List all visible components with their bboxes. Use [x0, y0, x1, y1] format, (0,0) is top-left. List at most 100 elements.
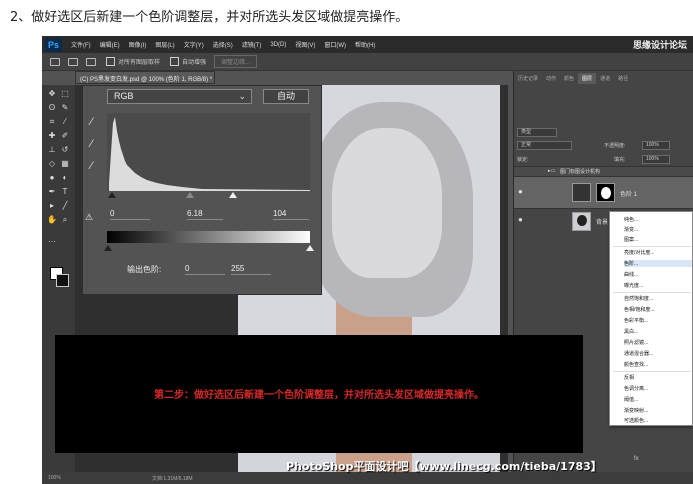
fill-label: 填充:	[614, 157, 626, 163]
layer-kind-filter[interactable]: 类型	[517, 128, 557, 137]
opacity-input[interactable]: 100%	[642, 141, 670, 150]
clipping-warning-icon[interactable]: ⚠	[85, 212, 93, 223]
menu-select[interactable]: 选择(S)	[213, 40, 233, 49]
eye-icon[interactable]: ●	[518, 187, 523, 196]
photo-hair-highlight	[332, 128, 442, 278]
brush-tool-icon[interactable]: ✐	[60, 131, 70, 141]
auto-button[interactable]: 自动	[263, 89, 309, 104]
menu-item-gradient[interactable]: 渐变...	[624, 226, 692, 233]
menu-filter[interactable]: 滤镜(T)	[242, 40, 262, 49]
menu-layer[interactable]: 图层(L)	[155, 40, 174, 49]
blur-tool-icon[interactable]: ●	[47, 173, 57, 183]
stamp-tool-icon[interactable]: ⊥	[47, 145, 57, 155]
lasso-tool-icon[interactable]: ʘ	[47, 103, 57, 113]
layer-mask-thumbnail[interactable]	[596, 183, 615, 202]
pen-tool-icon[interactable]: ✒	[47, 187, 57, 197]
menu-item-channel-mixer[interactable]: 通道混合器...	[624, 350, 692, 357]
more-tools-icon[interactable]: …	[47, 235, 57, 245]
menu-item-posterize[interactable]: 色调分离...	[624, 385, 692, 392]
refine-edge-button[interactable]: 调整边缘...	[214, 55, 258, 68]
document-tab[interactable]: (C) PS黑发变白发.psd @ 100% (色阶 1, RGB/8) *	[75, 71, 215, 84]
menu-image[interactable]: 图像(I)	[129, 40, 147, 49]
channel-select[interactable]: RGB ⌄	[107, 89, 252, 104]
menu-item-vibrance[interactable]: 自然饱和度...	[624, 295, 692, 302]
layer-group[interactable]: ▸▭ 图门标图设计机构	[514, 166, 693, 176]
menu-item-solid-color[interactable]: 纯色...	[624, 216, 692, 223]
gray-point-eyedropper-icon[interactable]: ⁄	[85, 138, 98, 151]
zoom-tool-icon[interactable]: ⌕	[60, 215, 70, 225]
white-point-eyedropper-icon[interactable]: ⁄	[85, 160, 98, 173]
menu-view[interactable]: 视图(V)	[295, 40, 315, 49]
menu-type[interactable]: 文字(Y)	[184, 40, 204, 49]
lock-label: 锁定:	[517, 157, 529, 163]
menu-item-selective-color[interactable]: 可选颜色...	[624, 417, 692, 424]
menu-edit[interactable]: 编辑(E)	[100, 40, 120, 49]
output-white-value[interactable]: 255	[231, 264, 271, 275]
quick-select-tool-icon[interactable]: ✎	[60, 103, 70, 113]
type-tool-icon[interactable]: T	[60, 187, 70, 197]
output-white-slider[interactable]	[306, 245, 314, 251]
marquee-tool-icon[interactable]: ⬚	[60, 89, 70, 99]
move-tool-icon[interactable]: ✥	[47, 89, 57, 99]
input-black-value[interactable]: 0	[110, 209, 150, 220]
menu-item-hue-saturation[interactable]: 色相/饱和度...	[624, 306, 692, 313]
layer-group-name: 图门标图设计机构	[560, 169, 601, 175]
menu-3d[interactable]: 3D(D)	[270, 42, 286, 48]
eye-icon[interactable]: ●	[518, 215, 523, 224]
black-point-eyedropper-icon[interactable]: ⁄	[85, 116, 98, 129]
tab-paths[interactable]: 路径	[614, 73, 632, 84]
input-black-slider[interactable]	[108, 192, 116, 198]
menu-item-levels[interactable]: 色阶...	[624, 260, 692, 267]
tab-actions[interactable]: 动作	[542, 73, 560, 84]
menu-window[interactable]: 窗口(W)	[324, 40, 346, 49]
menu-item-color-lookup[interactable]: 颜色查找...	[624, 361, 692, 368]
input-gamma-value[interactable]: 6.18	[187, 209, 223, 220]
menu-item-black-white[interactable]: 黑白...	[624, 328, 692, 335]
dodge-tool-icon[interactable]: ◐	[60, 173, 70, 183]
layer-name: 色阶 1	[620, 192, 638, 198]
menu-help[interactable]: 帮助(H)	[355, 40, 375, 49]
tab-color[interactable]: 颜色	[560, 73, 578, 84]
eyedropper-tool-icon[interactable]: ⁄	[60, 117, 70, 127]
menu-item-photo-filter[interactable]: 照片滤镜...	[624, 339, 692, 346]
fill-input[interactable]: 100%	[642, 155, 670, 164]
auto-enhance-label: 自动增强	[182, 60, 207, 66]
gradient-tool-icon[interactable]: ▦	[60, 159, 70, 169]
output-black-value[interactable]: 0	[185, 264, 225, 275]
tab-layers[interactable]: 图层	[578, 73, 597, 84]
menu-item-curves[interactable]: 曲线...	[624, 271, 692, 278]
eraser-tool-icon[interactable]: ◇	[47, 159, 57, 169]
shape-tool-icon[interactable]: ╱	[60, 201, 70, 211]
tab-history[interactable]: 历史记录	[514, 73, 542, 84]
layer-row-levels[interactable]: ● 色阶 1	[514, 176, 693, 208]
crop-tool-icon[interactable]: ⌗	[47, 117, 57, 127]
sample-all-layers-label: 对所有图层取样	[118, 60, 161, 66]
sample-all-layers-checkbox[interactable]	[106, 57, 115, 66]
input-white-slider[interactable]	[229, 192, 237, 198]
history-brush-icon[interactable]: ↺	[60, 145, 70, 155]
output-black-slider[interactable]	[104, 245, 112, 251]
path-select-icon[interactable]: ▸	[47, 201, 57, 211]
menu-item-exposure[interactable]: 曝光度...	[624, 282, 692, 289]
input-white-value[interactable]: 104	[273, 209, 309, 220]
menu-file[interactable]: 文件(F)	[71, 40, 91, 49]
menu-item-gradient-map[interactable]: 渐变映射...	[624, 407, 692, 414]
tab-channels[interactable]: 通道	[596, 73, 614, 84]
healing-tool-icon[interactable]: ✚	[47, 131, 57, 141]
brush-add-icon[interactable]	[68, 57, 78, 66]
menu-item-threshold[interactable]: 阈值...	[624, 396, 692, 403]
hand-tool-icon[interactable]: ✋	[47, 215, 57, 225]
input-gamma-slider[interactable]	[186, 192, 194, 198]
menu-item-invert[interactable]: 反相	[624, 374, 692, 381]
quick-select-icon[interactable]	[50, 57, 60, 66]
background-color-swatch[interactable]	[56, 274, 69, 287]
blend-mode-select[interactable]: 正常	[517, 141, 572, 150]
menu-item-brightness[interactable]: 亮度/对比度...	[624, 249, 692, 256]
brush-subtract-icon[interactable]	[86, 57, 96, 66]
menu-item-pattern[interactable]: 图案...	[624, 236, 692, 243]
zoom-level[interactable]: 100%	[48, 475, 61, 481]
auto-enhance-checkbox[interactable]	[170, 57, 180, 66]
output-gradient	[107, 231, 310, 243]
fx-icon[interactable]: fx	[634, 456, 639, 462]
menu-item-color-balance[interactable]: 色彩平衡...	[624, 317, 692, 324]
